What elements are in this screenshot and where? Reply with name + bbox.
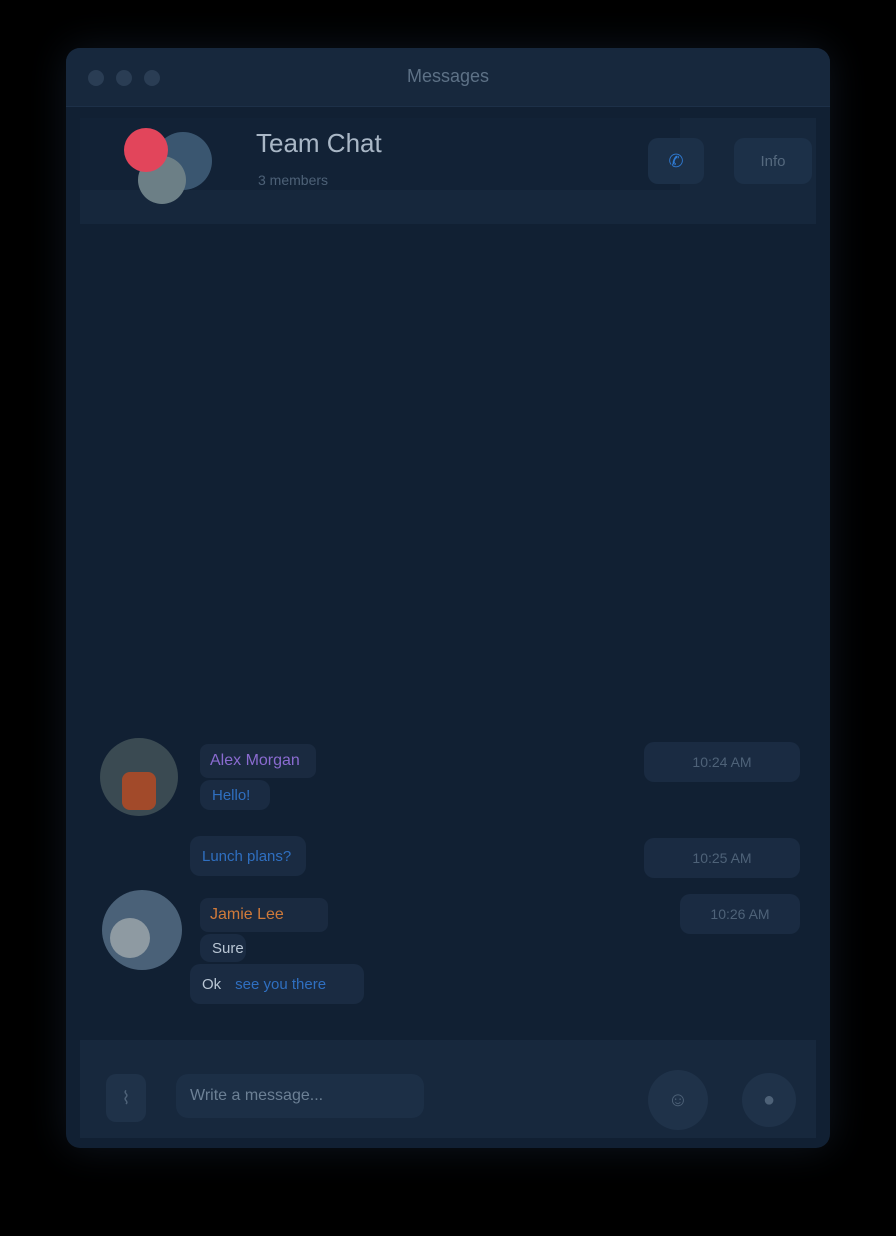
message-link[interactable]: see you there — [235, 976, 326, 993]
phone-icon: ✆ — [668, 150, 684, 171]
info-button[interactable]: Info — [734, 138, 812, 184]
smile-icon: ☺ — [667, 1088, 689, 1111]
avatar[interactable] — [100, 738, 178, 816]
window-title: Messages — [406, 66, 490, 86]
paperclip-icon: ⌇ — [121, 1087, 131, 1108]
message-timestamp: 10:25 AM — [644, 838, 800, 878]
sender-name: Jamie Lee — [200, 898, 328, 932]
title-bar: Messages — [66, 48, 830, 107]
message-timestamp: 10:24 AM — [644, 742, 800, 782]
microphone-icon: ● — [762, 1088, 776, 1111]
chat-title: Team Chat — [256, 128, 382, 158]
chat-header-info[interactable]: Team Chat 3 members — [80, 118, 680, 204]
group-avatar — [124, 128, 244, 218]
message-bubble[interactable]: Ok see you there — [190, 964, 364, 1004]
chat-subtitle: 3 members — [258, 172, 329, 188]
sender-name-text: Jamie Lee — [210, 906, 284, 923]
message-bubble[interactable]: Lunch plans? — [190, 836, 306, 876]
message-text: Ok — [202, 975, 222, 993]
messages-window: Messages Team Chat 3 members ✆ Info Alex… — [66, 48, 830, 1148]
avatar[interactable] — [102, 890, 182, 970]
attach-button[interactable]: ⌇ — [106, 1074, 146, 1122]
message-input[interactable] — [176, 1074, 424, 1118]
avatar-figure — [110, 918, 150, 958]
message-timestamp: 10:26 AM — [680, 894, 800, 934]
message-bubble[interactable]: Sure — [200, 934, 246, 962]
message-composer: ⌇ ☺ ● — [80, 1040, 816, 1138]
call-button[interactable]: ✆ — [648, 138, 704, 184]
avatar-figure — [122, 772, 156, 810]
emoji-button[interactable]: ☺ — [648, 1070, 708, 1130]
voice-button[interactable]: ● — [742, 1073, 796, 1127]
chat-header: Team Chat 3 members ✆ Info — [80, 118, 816, 224]
message-bubble[interactable]: Hello! — [200, 780, 270, 810]
avatar — [124, 128, 168, 172]
sender-name: Alex Morgan — [200, 744, 316, 778]
sender-name-text: Alex Morgan — [210, 752, 300, 769]
